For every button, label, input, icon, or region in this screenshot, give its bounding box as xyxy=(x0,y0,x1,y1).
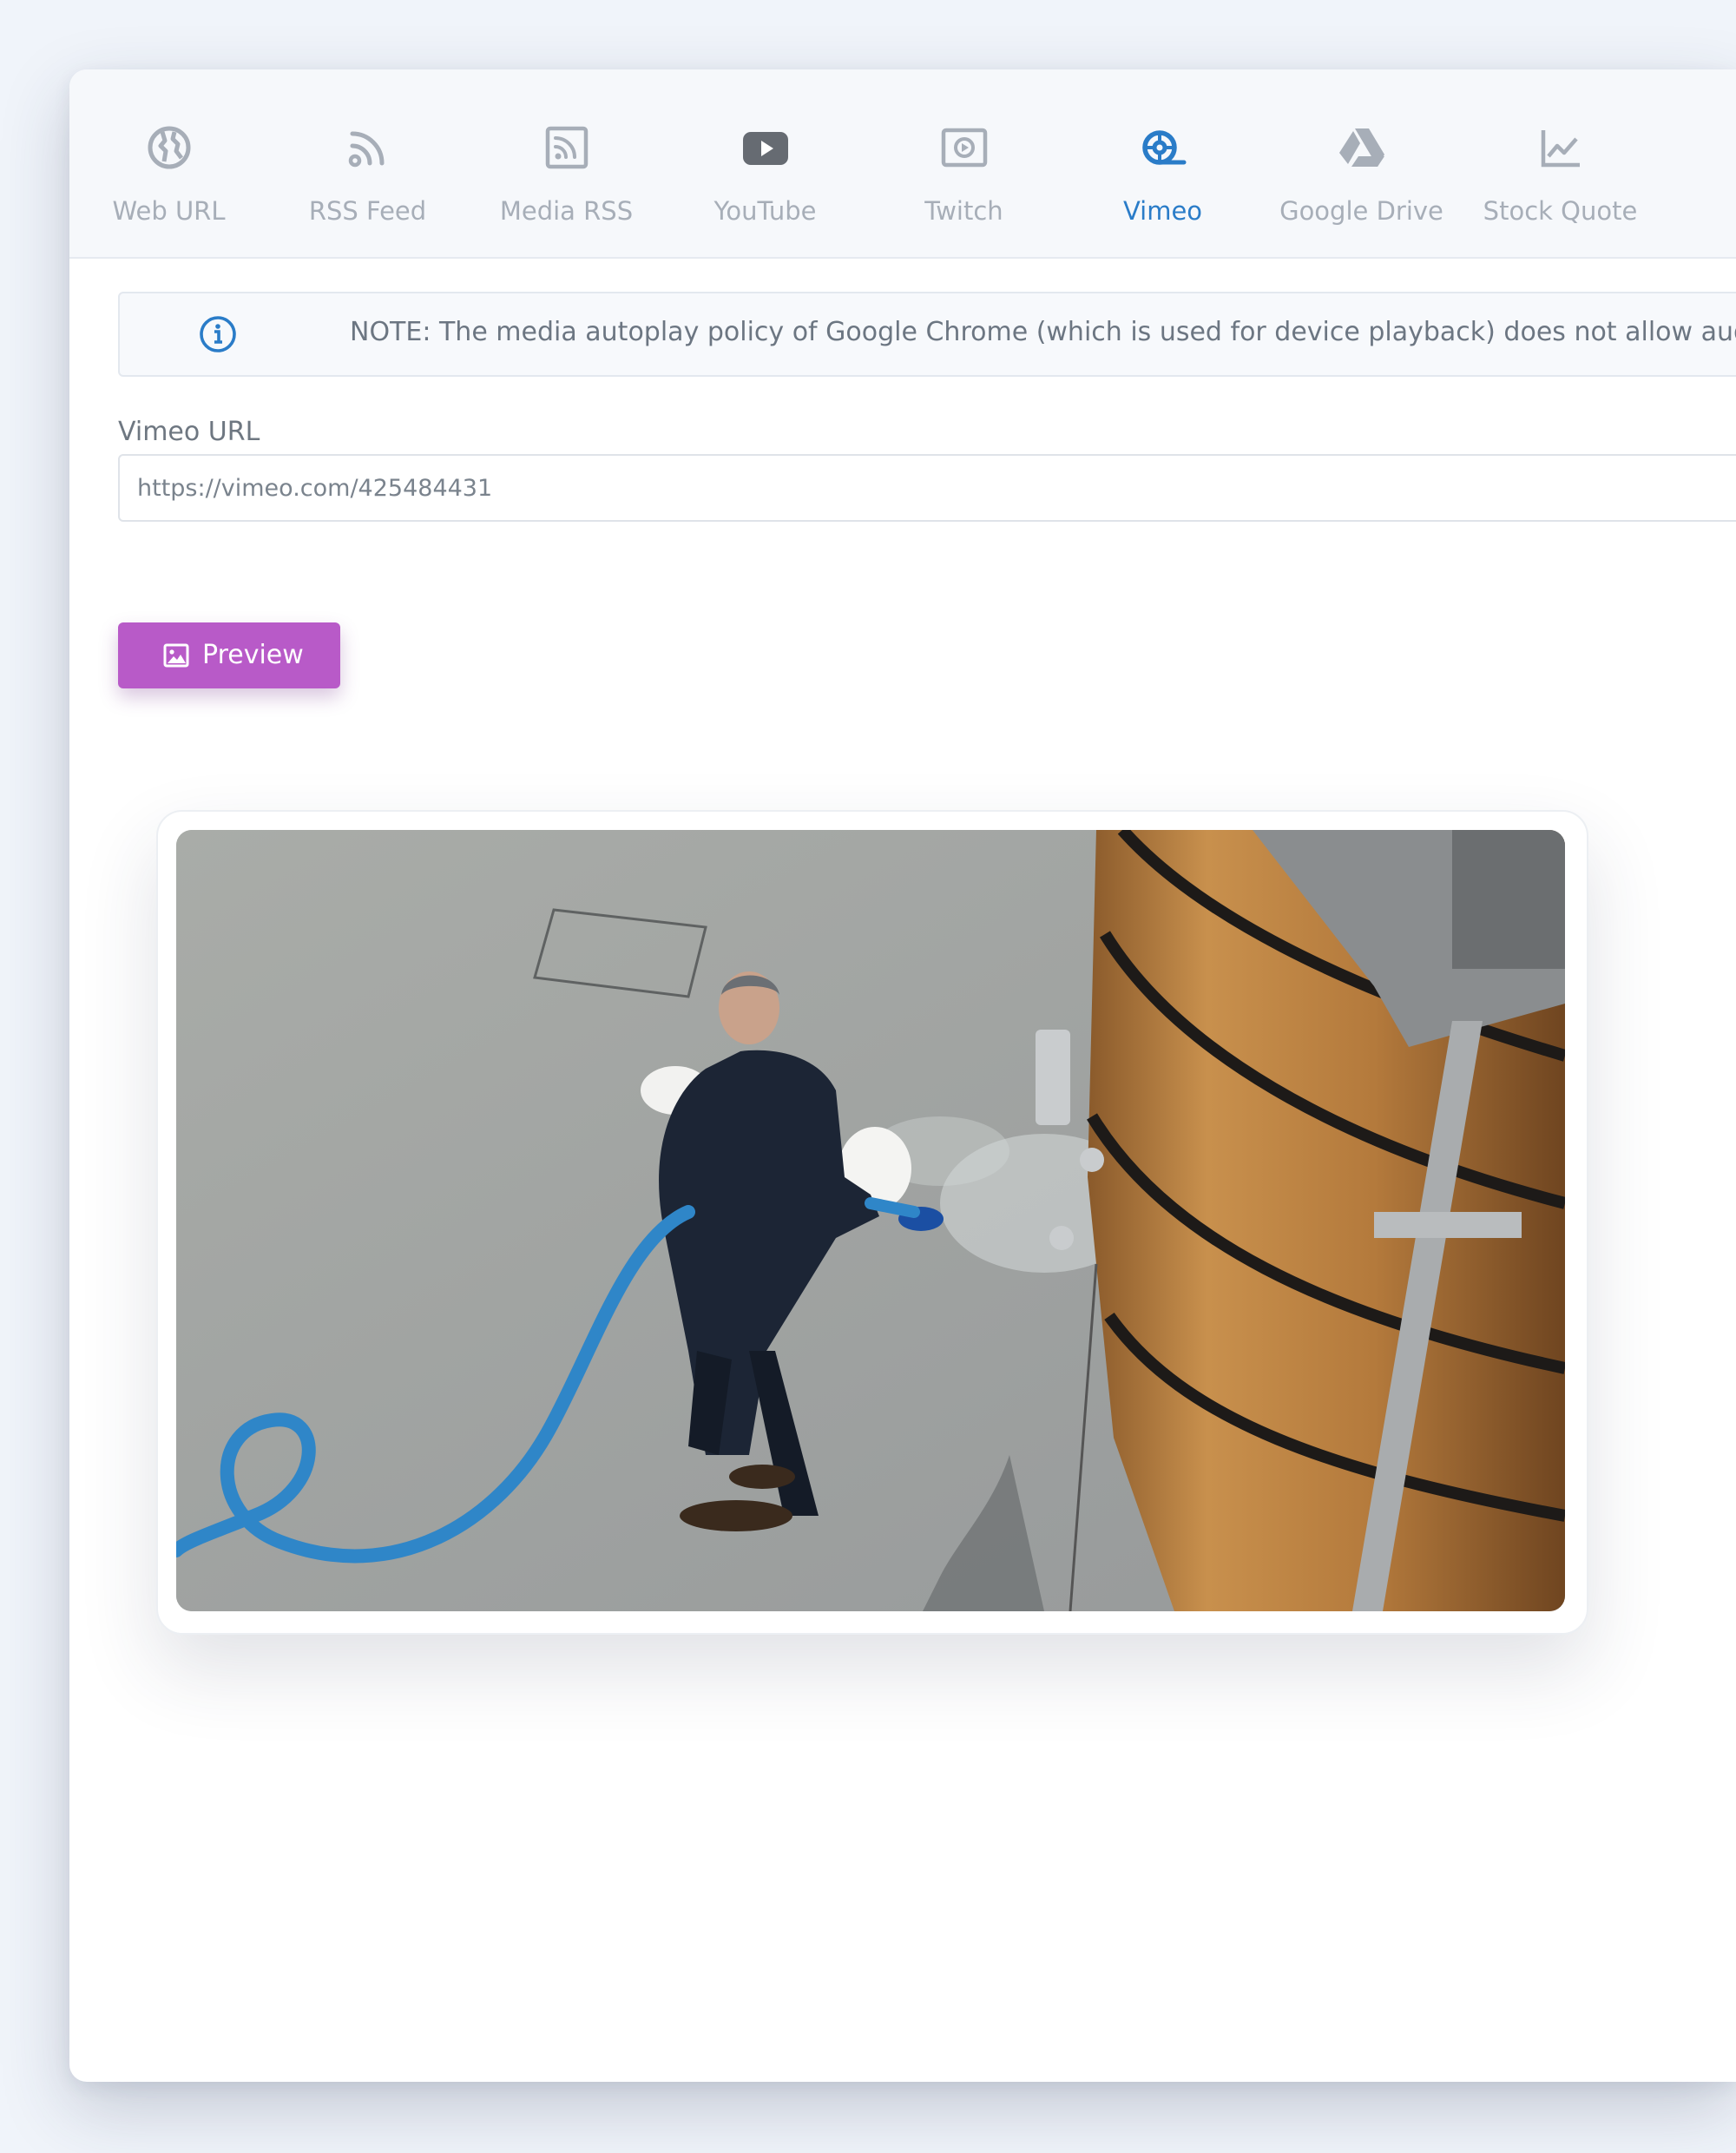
tab-stock-quote[interactable]: Stock Quote xyxy=(1461,95,1660,243)
notice-text: NOTE: The media autoplay policy of Googl… xyxy=(350,317,1736,347)
tab-label: Web URL xyxy=(112,196,226,226)
stock-chart-icon xyxy=(1541,130,1580,168)
autoplay-notice: NOTE: The media autoplay policy of Googl… xyxy=(118,292,1736,377)
vimeo-url-input[interactable] xyxy=(118,454,1736,522)
preview-button-label: Preview xyxy=(202,640,304,670)
tab-label: Google Drive xyxy=(1279,196,1443,226)
media-rss-icon xyxy=(545,126,588,169)
tab-label: RSS Feed xyxy=(308,196,427,226)
google-drive-icon xyxy=(1338,128,1384,167)
vimeo-icon xyxy=(1141,130,1186,165)
tab-google-drive[interactable]: Google Drive xyxy=(1262,95,1461,243)
video-player[interactable] xyxy=(176,830,1565,1611)
tab-web-url[interactable]: Web URL xyxy=(69,95,268,243)
globe-icon xyxy=(148,126,190,169)
video-frame-image xyxy=(176,830,1565,1611)
tab-label: Media RSS xyxy=(499,196,634,226)
preview-button[interactable]: Preview xyxy=(118,622,340,688)
tab-vimeo[interactable]: Vimeo xyxy=(1063,95,1262,243)
tab-media-rss[interactable]: Media RSS xyxy=(467,95,666,243)
tab-label: YouTube xyxy=(713,196,817,226)
video-preview-card xyxy=(156,810,1588,1635)
rss-icon xyxy=(348,131,384,168)
youtube-icon xyxy=(742,132,788,165)
twitch-icon xyxy=(941,128,987,168)
image-icon xyxy=(163,643,189,668)
info-icon xyxy=(200,316,236,352)
tab-label: Stock Quote xyxy=(1483,196,1638,226)
app-window: Web URL RSS Feed Media RSS YouTube Twitc… xyxy=(69,69,1736,2082)
tab-rss-feed[interactable]: RSS Feed xyxy=(268,95,467,243)
tab-label: Twitch xyxy=(924,196,1003,226)
source-tab-bar: Web URL RSS Feed Media RSS YouTube Twitc… xyxy=(69,69,1736,259)
tab-label: Vimeo xyxy=(1122,196,1203,226)
tab-twitch[interactable]: Twitch xyxy=(865,95,1063,243)
tab-youtube[interactable]: YouTube xyxy=(666,95,865,243)
vimeo-url-label: Vimeo URL xyxy=(118,417,260,447)
